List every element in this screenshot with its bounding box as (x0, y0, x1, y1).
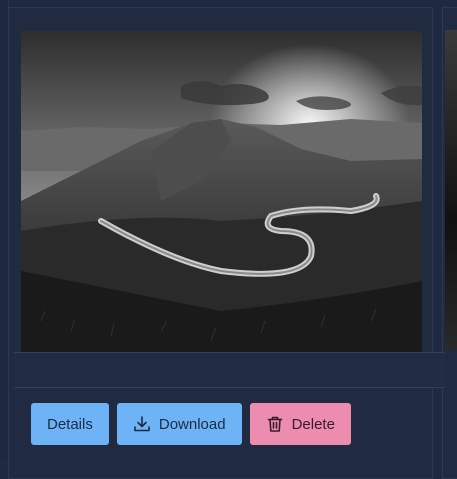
landscape-photo[interactable] (21, 31, 422, 352)
download-button[interactable]: Download (116, 403, 242, 445)
trash-icon (266, 415, 284, 433)
download-button-label: Download (158, 415, 226, 433)
delete-button-label: Delete (291, 415, 335, 433)
next-card-image-edge (445, 30, 457, 350)
download-icon (133, 415, 151, 433)
details-button[interactable]: Details (31, 403, 109, 445)
landscape-photo-image (21, 31, 422, 352)
delete-button[interactable]: Delete (249, 403, 351, 445)
card-body-divider (14, 352, 445, 388)
card-actions: Details Download Delete (31, 403, 351, 445)
details-button-label: Details (47, 415, 93, 433)
